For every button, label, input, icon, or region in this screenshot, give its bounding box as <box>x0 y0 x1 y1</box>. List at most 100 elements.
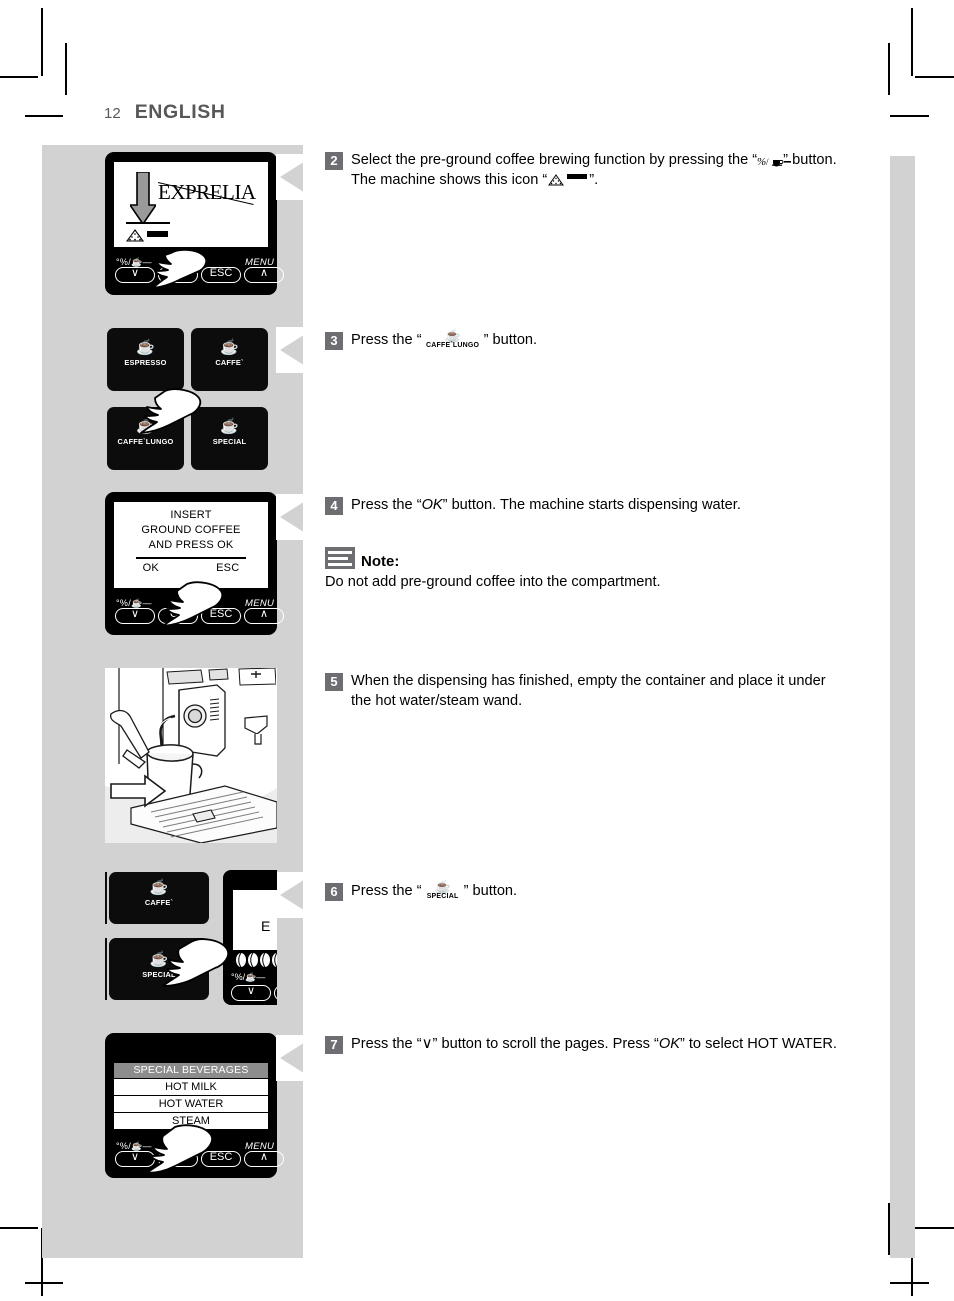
step-text: Select the pre-ground coffee brewing fun… <box>351 150 865 190</box>
soft-key-ok[interactable]: OK <box>158 267 198 283</box>
step-text-middle: ” button to scroll the pages. Press “ <box>432 1036 659 1052</box>
step-emphasis: OK <box>658 1036 680 1052</box>
soft-key-down[interactable]: ∨ <box>231 985 271 1001</box>
soft-key-ok[interactable] <box>274 985 277 1001</box>
partial-lcd-unit: E °%/☕— ∨ <box>223 870 277 1005</box>
svg-text:%: % <box>757 156 766 167</box>
figure-button-panel-coffee: ☕ ESPRESSO ☕ CAFFE` ☕ CAFFE`LUNGO ☕ SPEC… <box>105 325 277 475</box>
machine-button-espresso[interactable]: ☕ ESPRESSO <box>107 328 184 391</box>
panel-seam <box>105 938 107 1000</box>
cup-star-icon: ☕ <box>434 879 451 894</box>
svg-text:/: / <box>766 157 769 167</box>
key-cap-menu: MENU <box>245 1141 275 1152</box>
machine-button-caffe-lungo[interactable]: ☕ CAFFE`LUNGO <box>107 407 184 470</box>
step-5: 5 When the dispensing has finished, empt… <box>325 671 865 711</box>
right-margin-band <box>890 156 915 1258</box>
cup-icon: ☕ <box>149 879 169 896</box>
step-text-before: Press the “ <box>351 332 422 348</box>
step-text: When the dispensing has finished, empty … <box>351 673 826 709</box>
cup-icon: ☕ <box>220 339 239 356</box>
icon-label: SPECIAL <box>426 893 459 900</box>
step-7: 7 Press the “∨” button to scroll the pag… <box>325 1034 865 1054</box>
down-arrow-icon <box>130 172 156 224</box>
soft-key-up[interactable]: ∧ <box>244 608 284 624</box>
soft-key-ok[interactable]: OK <box>158 1151 198 1167</box>
panel-seam <box>105 872 107 924</box>
lcd-screen: E <box>233 890 277 950</box>
crop-mark-tl2-v <box>65 43 67 95</box>
soft-key-esc[interactable]: ESC <box>201 1151 241 1167</box>
figure-button-panel-special: ☕ CAFFE` ☕ SPECIAL E °%/☕— ∨ <box>105 870 277 1005</box>
note-header: Note: <box>325 547 865 569</box>
machine-button-label: CAFFE`LUNGO <box>117 437 174 446</box>
step-text: Press the “OK” button. The machine start… <box>351 495 741 515</box>
machine-illustration <box>105 668 277 843</box>
key-cap-preground: °%/☕— <box>116 598 152 608</box>
note-block: Note: Do not add pre-ground coffee into … <box>325 547 865 592</box>
crop-mark-br-h <box>915 1227 954 1229</box>
figure-machine-pitcher <box>105 668 277 843</box>
step-number: 5 <box>325 673 343 691</box>
machine-button-caffe[interactable]: ☕ CAFFE` <box>191 328 268 391</box>
screen-divider <box>126 222 170 224</box>
step-number: 3 <box>325 332 343 350</box>
step-text: Press the “ ☕ CAFFE`LUNGO ” button. <box>351 329 537 350</box>
callout-notch <box>276 670 277 716</box>
crop-mark-tr2-v <box>888 43 890 95</box>
key-cap-preground: °%/☕— <box>116 257 152 267</box>
pre-ground-coffee-button-icon: % / <box>757 151 792 168</box>
screen-option-ok: OK <box>142 562 159 574</box>
machine-button-label: ESPRESSO <box>124 358 167 367</box>
cup-icon: ☕ <box>136 418 155 435</box>
key-cap-preground: °%/☕— <box>231 972 266 982</box>
screen-option-esc: ESC <box>216 562 240 574</box>
machine-drawing <box>105 668 277 843</box>
cup-star-icon: ☕ <box>149 951 169 968</box>
step-text: Press the “ ☕ SPECIAL ” button. <box>351 879 518 901</box>
beverage-list-item[interactable]: HOT MILK <box>114 1078 268 1095</box>
screen-line-3: AND PRESS OK <box>148 539 234 551</box>
soft-key-down[interactable]: ∨ <box>115 608 155 624</box>
screen-partial-text: E <box>261 918 271 934</box>
machine-button-caffe[interactable]: ☕ CAFFE` <box>109 872 209 924</box>
icon-label: CAFFE`LUNGO <box>425 342 480 349</box>
page-title: ENGLISH <box>134 101 226 123</box>
beverage-list-item[interactable]: STEAM <box>114 1112 268 1129</box>
machine-button-label: SPECIAL <box>212 437 247 446</box>
beverage-list-title: SPECIAL BEVERAGES <box>114 1063 268 1078</box>
soft-key-ok[interactable]: OK <box>158 608 198 624</box>
screen-divider <box>136 557 246 559</box>
crop-mark-tl2-h <box>25 115 63 117</box>
crop-mark-bl-h <box>0 1227 38 1229</box>
step-text-after: ” button. <box>463 883 518 899</box>
step-text-after: ” button. The machine starts dispensing … <box>442 497 741 513</box>
note-title: Note: <box>361 553 400 570</box>
pre-ground-coffee-status-icon <box>547 171 589 186</box>
soft-key-down[interactable]: ∨ <box>115 1151 155 1167</box>
screen-line-1: INSERT <box>170 509 212 521</box>
caffe-lungo-button-icon: ☕ CAFFE`LUNGO <box>422 329 484 349</box>
step-6: 6 Press the “ ☕ SPECIAL ” button. <box>325 879 865 901</box>
lcd-screen: SPECIAL BEVERAGES HOT MILK HOT WATER STE… <box>114 1043 268 1131</box>
special-button-icon: ☕ SPECIAL <box>422 879 464 900</box>
lcd-control-row: °%/☕— MENU ∨ OK ESC ∧ <box>114 251 284 283</box>
step-text: Press the “∨” button to scroll the pages… <box>351 1034 837 1054</box>
key-cap-menu: MENU <box>245 598 275 609</box>
soft-key-esc[interactable]: ESC <box>201 267 241 283</box>
step-2: 2 Select the pre-ground coffee brewing f… <box>325 150 865 190</box>
soft-key-down[interactable]: ∨ <box>115 267 155 283</box>
machine-button-label: CAFFE` <box>215 358 244 367</box>
soft-key-esc[interactable]: ESC <box>201 608 241 624</box>
step-emphasis: OK <box>421 497 443 513</box>
soft-key-up[interactable]: ∧ <box>244 1151 284 1167</box>
step-text-before: Select the pre-ground coffee brewing fun… <box>351 152 758 168</box>
note-body: Do not add pre-ground coffee into the co… <box>325 574 661 590</box>
lcd-control-row: °%/☕— MENU ∨ OK ESC ∧ <box>114 592 284 624</box>
machine-button-panel: ☕ ESPRESSO ☕ CAFFE` ☕ CAFFE`LUNGO ☕ SPEC… <box>105 325 277 475</box>
beverage-list: SPECIAL BEVERAGES HOT MILK HOT WATER STE… <box>114 1063 268 1129</box>
beverage-list-item[interactable]: HOT WATER <box>114 1095 268 1112</box>
machine-button-label: CAFFE` <box>144 898 174 907</box>
soft-key-up[interactable]: ∧ <box>244 267 284 283</box>
machine-button-special[interactable]: ☕ SPECIAL <box>191 407 268 470</box>
machine-button-special[interactable]: ☕ SPECIAL <box>109 938 209 1000</box>
